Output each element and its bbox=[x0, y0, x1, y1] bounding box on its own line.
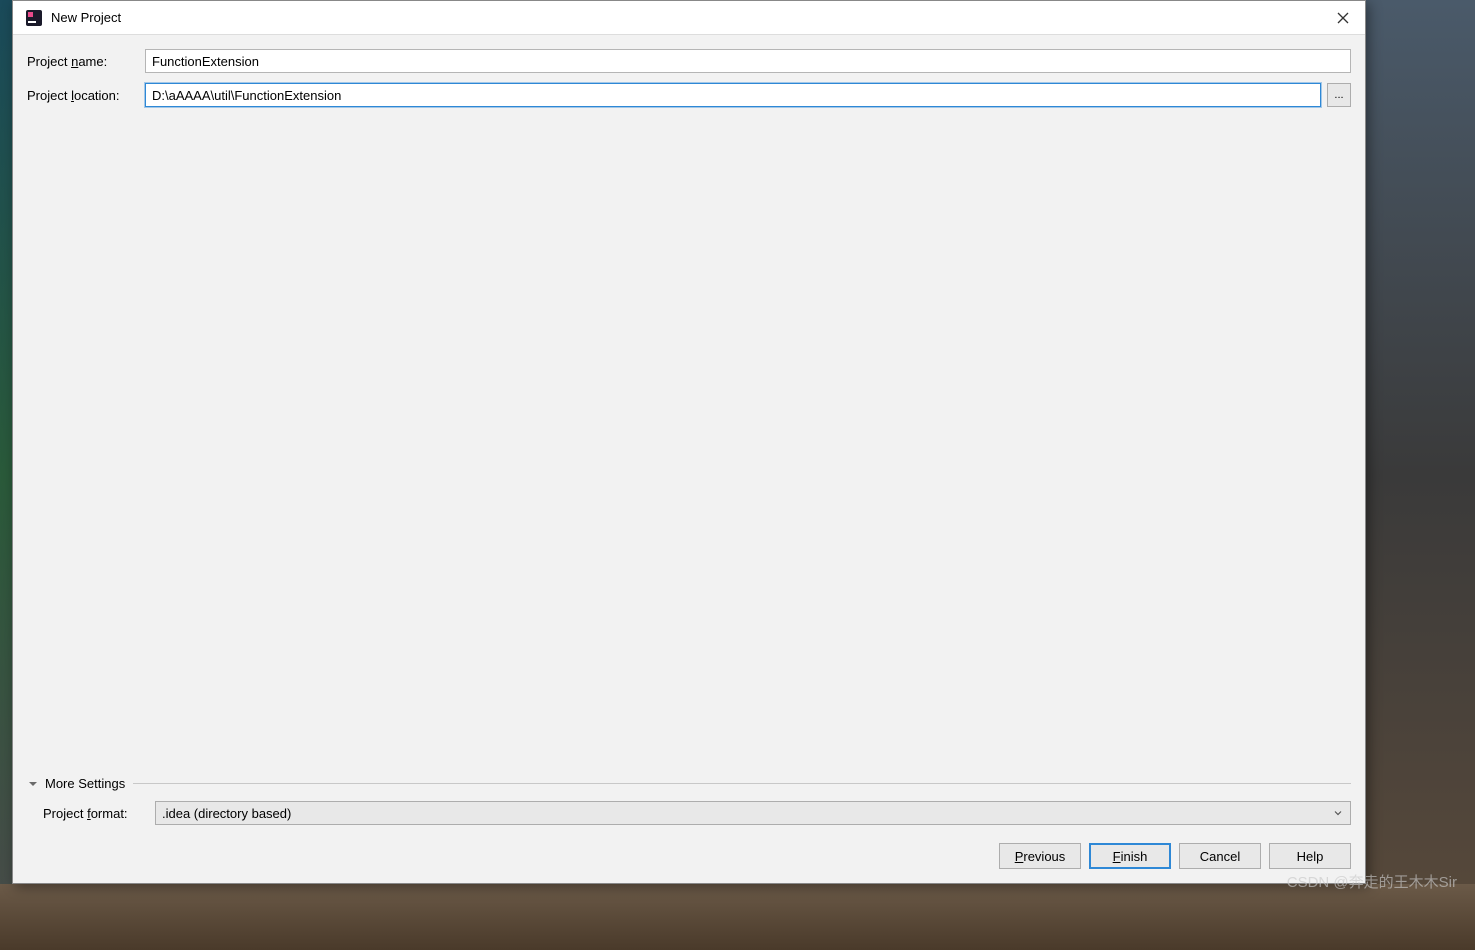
desktop-left-strip bbox=[0, 0, 12, 950]
titlebar: New Project bbox=[13, 1, 1365, 35]
new-project-dialog: New Project Project name: Project locati… bbox=[12, 0, 1366, 884]
window-title: New Project bbox=[51, 10, 1325, 25]
finish-button[interactable]: Finish bbox=[1089, 843, 1171, 869]
project-format-value: .idea (directory based) bbox=[155, 801, 1351, 825]
previous-button[interactable]: Previous bbox=[999, 843, 1081, 869]
more-settings-toggle[interactable]: More Settings bbox=[27, 776, 1351, 791]
dialog-content: Project name: Project location: ... More… bbox=[13, 35, 1365, 837]
project-format-label: Project format: bbox=[43, 806, 155, 821]
browse-button[interactable]: ... bbox=[1327, 83, 1351, 107]
project-name-row: Project name: bbox=[27, 49, 1351, 73]
project-name-input[interactable] bbox=[145, 49, 1351, 73]
project-format-select[interactable]: .idea (directory based) bbox=[155, 801, 1351, 825]
button-bar: Previous Finish Cancel Help bbox=[13, 837, 1365, 883]
content-spacer bbox=[27, 117, 1351, 772]
more-settings-label: More Settings bbox=[45, 776, 125, 791]
app-icon bbox=[25, 9, 43, 27]
chevron-down-icon bbox=[1329, 801, 1347, 825]
project-location-input[interactable] bbox=[145, 83, 1321, 107]
project-name-label: Project name: bbox=[27, 54, 145, 69]
project-location-label: Project location: bbox=[27, 88, 145, 103]
project-format-row: Project format: .idea (directory based) bbox=[43, 801, 1351, 825]
help-button[interactable]: Help bbox=[1269, 843, 1351, 869]
separator-line bbox=[133, 783, 1351, 784]
chevron-down-icon bbox=[27, 778, 39, 790]
desktop-bottom-strip bbox=[0, 884, 1475, 950]
cancel-button[interactable]: Cancel bbox=[1179, 843, 1261, 869]
close-icon[interactable] bbox=[1325, 4, 1361, 32]
project-location-row: Project location: ... bbox=[27, 83, 1351, 107]
